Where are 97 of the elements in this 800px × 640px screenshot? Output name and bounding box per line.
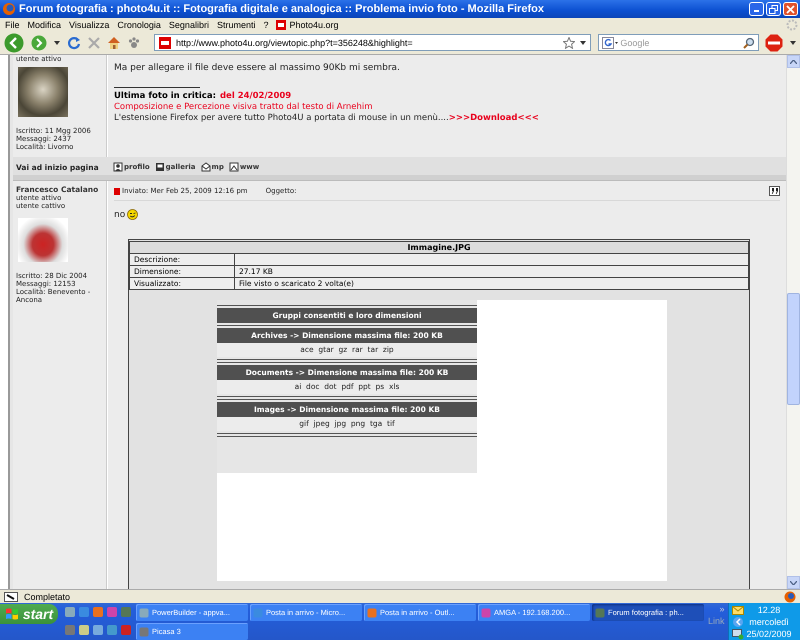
app-icon: [92, 624, 104, 636]
more-button[interactable]: »: [720, 604, 725, 614]
restore-icon: [769, 4, 778, 14]
logo-icon: [276, 20, 286, 30]
connection-icon: [4, 592, 18, 602]
post-message: Ma per allegare il file deve essere al massimo 90Kb mi sembra.: [114, 63, 400, 73]
app-icon: [106, 606, 118, 618]
search-input[interactable]: Google: [620, 38, 741, 48]
clock-time: 12.28: [758, 604, 780, 616]
close-icon: [786, 4, 795, 14]
smiley-icon: [127, 209, 138, 220]
home-icon: [107, 36, 121, 49]
app-icon: [92, 606, 104, 618]
app-icon: [595, 608, 605, 618]
status-text: Completato: [24, 592, 70, 602]
star-icon: [563, 36, 576, 48]
menu-item[interactable]: Segnalibri: [166, 20, 214, 30]
overflow-button[interactable]: [789, 40, 797, 46]
app-icon: [253, 608, 263, 618]
post-marker-icon: [114, 188, 120, 194]
search-field[interactable]: Google: [598, 34, 759, 51]
reload-icon: [67, 36, 81, 50]
menu-item[interactable]: Cronologia: [114, 20, 166, 30]
app-icon: [64, 606, 76, 618]
app-icon: [106, 624, 118, 636]
quick-launch-button[interactable]: [106, 623, 118, 637]
restore-button[interactable]: [766, 2, 781, 16]
caret-icon: [580, 40, 586, 44]
stop-button[interactable]: [87, 36, 101, 50]
windows-logo-icon: [4, 607, 19, 621]
quick-launch-button[interactable]: [78, 605, 90, 619]
show-icons-button[interactable]: [732, 617, 743, 627]
caret-icon: [790, 40, 796, 44]
app-icon: [64, 624, 76, 636]
clock-day: mercoledì: [749, 616, 789, 628]
signature-link[interactable]: del 24/02/2009: [220, 91, 292, 101]
history-dropdown[interactable]: [53, 40, 61, 46]
scroll-down-button[interactable]: [787, 576, 800, 589]
window-title: Forum fotografia : photo4u.it :: Fotografia digitale e analogica :: Problema invio foto - Mozilla Firefox: [19, 3, 545, 15]
envelope-icon: [732, 606, 744, 615]
minimize-button[interactable]: [749, 2, 764, 16]
back-button[interactable]: [3, 32, 25, 54]
gallery-icon: [154, 162, 165, 172]
throbber-icon: [786, 18, 798, 30]
app-icon: [120, 624, 132, 636]
scroll-up-button[interactable]: [787, 55, 800, 68]
menu-item[interactable]: ?: [260, 20, 274, 30]
caret-icon: [790, 60, 797, 64]
quick-launch-button[interactable]: [64, 605, 76, 619]
quick-launch-button[interactable]: [92, 623, 104, 637]
globe-icon: [228, 162, 239, 172]
menu-item[interactable]: Visualizza: [66, 20, 114, 30]
search-icon: [743, 36, 755, 48]
reload-button[interactable]: [66, 34, 82, 50]
menu-item[interactable]: Strumenti: [214, 20, 260, 30]
quick-launch-button[interactable]: [92, 605, 104, 619]
caret-icon: [54, 40, 60, 44]
download-link[interactable]: >>>Download<<<: [448, 113, 539, 123]
forward-button[interactable]: [30, 34, 48, 52]
caret-icon: [790, 580, 797, 584]
home-button[interactable]: [106, 35, 122, 50]
menu-item[interactable]: File: [2, 20, 25, 30]
profile-icon: [113, 162, 123, 172]
stop-icon: [88, 36, 100, 48]
signature-text: L'estensione Firefox per avere tutto Photo4U a portata di mouse in un menù....: [114, 113, 449, 123]
adblock-button[interactable]: [764, 32, 784, 52]
avatar-picture: [18, 67, 68, 117]
signature-link[interactable]: Composizione e Percezione visiva tratto dal testo di Arnehim: [114, 102, 373, 112]
app-icon: [481, 608, 491, 618]
quote-icon: [770, 188, 778, 194]
app-icon: [78, 624, 90, 636]
search-engine-icon: [602, 36, 618, 48]
stop-sign-icon: [765, 34, 783, 52]
app-icon: [120, 606, 132, 618]
extension-button[interactable]: [127, 36, 141, 50]
envelope-icon: [200, 162, 211, 172]
signature-label: Ultima foto in critica:: [114, 91, 216, 101]
quote-button[interactable]: [769, 186, 780, 196]
avatar-picture: [18, 218, 68, 262]
close-button[interactable]: [783, 2, 798, 16]
firefox-icon: [2, 2, 16, 16]
chevron-icon: [734, 618, 741, 626]
links-label: Link: [708, 616, 725, 626]
scrollbar-thumb[interactable]: [787, 293, 800, 405]
menu-item[interactable]: Photo4u.org: [273, 20, 344, 30]
app-icon: [367, 608, 377, 618]
quick-launch-button[interactable]: [78, 623, 90, 637]
network-icon: [732, 629, 744, 640]
clock-date: 25/02/2009: [746, 628, 792, 640]
menu-item[interactable]: Modifica: [24, 20, 66, 30]
post-message: no: [114, 210, 126, 220]
firefox-icon: [784, 590, 796, 602]
address-field[interactable]: http://www.photo4u.org/viewtopic.php?t=356248&highlight=: [154, 34, 592, 51]
paw-icon: [128, 36, 140, 48]
site-logo-icon: [159, 36, 171, 48]
app-icon: [78, 606, 90, 618]
attachment-filename: Immagine.JPG: [130, 242, 748, 254]
